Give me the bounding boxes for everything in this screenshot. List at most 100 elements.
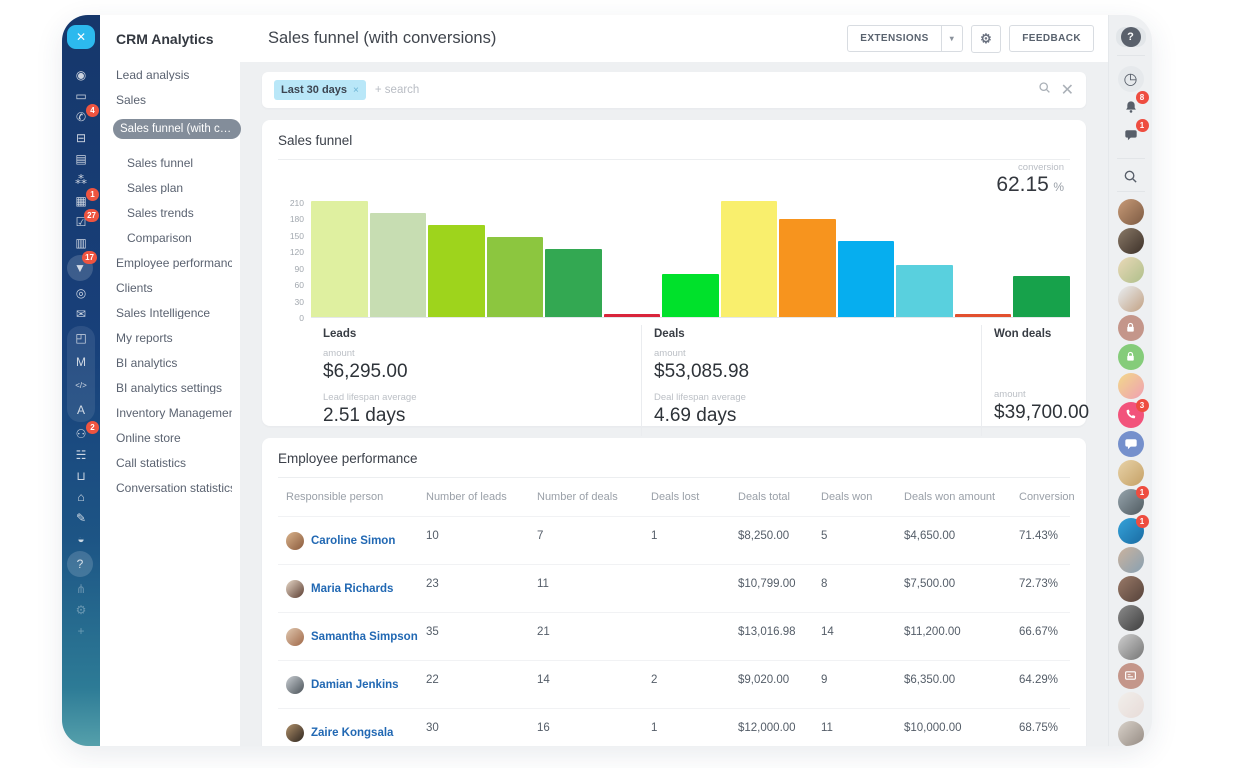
cell-deals: 16: [529, 709, 643, 746]
funnel-stage-bar[interactable]: [487, 237, 544, 317]
mail-icon[interactable]: ✉: [67, 305, 95, 323]
calendar-icon[interactable]: ▦1: [67, 192, 95, 210]
calls-phone-icon[interactable]: 3: [1118, 402, 1144, 428]
desktop-app-icon[interactable]: ▭: [67, 87, 95, 105]
sidebar-item-inventory-management[interactable]: Inventory Management: [116, 407, 232, 419]
funnel-stage-bar[interactable]: [721, 201, 778, 317]
developer-icon[interactable]: </>: [67, 374, 95, 398]
structure-icon[interactable]: ⋔: [67, 580, 95, 598]
search-icon[interactable]: [1038, 81, 1051, 99]
user-avatar[interactable]: [1118, 257, 1144, 283]
chat-messages-icon[interactable]: 1: [1118, 122, 1144, 148]
sidebar-item-employee-performance[interactable]: Employee performance: [116, 257, 232, 269]
store-icon[interactable]: ⌂: [67, 488, 95, 506]
sidebar-item-comparison[interactable]: Comparison: [116, 232, 232, 244]
sidebar-item-call-statistics[interactable]: Call statistics: [116, 457, 232, 469]
person-name-link[interactable]: Caroline Simon: [311, 535, 395, 547]
extensions-dropdown-button[interactable]: ▾: [942, 25, 963, 52]
helpdesk-button[interactable]: ?: [1116, 27, 1146, 47]
drive-icon[interactable]: ◰: [67, 326, 95, 350]
filter-bar[interactable]: Last 30 days × + search ✕: [262, 72, 1086, 108]
sidebar-item-sales-trends[interactable]: Sales trends: [116, 207, 232, 219]
search-icon[interactable]: [1118, 169, 1144, 184]
crm-funnel-icon[interactable]: ▼17: [67, 255, 93, 281]
user-avatar[interactable]: [1118, 634, 1144, 660]
sidebar-item-bi-analytics-settings[interactable]: BI analytics settings: [116, 382, 232, 394]
person-name-link[interactable]: Damian Jenkins: [311, 679, 399, 691]
funnel-stage-bar[interactable]: [779, 219, 836, 317]
tasks-icon[interactable]: ☑27: [67, 213, 95, 231]
funnel-stage-bar[interactable]: [311, 201, 368, 317]
sidebar-item-bi-analytics[interactable]: BI analytics: [116, 357, 232, 369]
funnel-stage-bar[interactable]: [428, 225, 485, 317]
user-avatar[interactable]: [1118, 605, 1144, 631]
funnel-stage-bar[interactable]: [896, 265, 953, 317]
private-chat-lock-icon[interactable]: [1118, 315, 1144, 341]
funnel-stage-bar[interactable]: [370, 213, 427, 317]
contact-card-icon[interactable]: [1118, 663, 1144, 689]
contacts-icon[interactable]: ▥: [67, 234, 95, 252]
leads-stats: Leads amount $6,295.00 Lead lifespan ave…: [278, 325, 641, 436]
rail-help-icon[interactable]: ?: [67, 551, 93, 577]
sidebar-item-sales-funnel[interactable]: Sales funnel: [116, 157, 232, 169]
sidebar-item-my-reports[interactable]: My reports: [116, 332, 232, 344]
automation-icon[interactable]: A: [67, 398, 95, 422]
sidebar-item-sales[interactable]: Sales: [116, 94, 232, 106]
marketing-target-icon[interactable]: ◎: [67, 284, 95, 302]
sidebar-item-clients[interactable]: Clients: [116, 282, 232, 294]
user-avatar[interactable]: 1: [1118, 489, 1144, 515]
user-avatar[interactable]: [1118, 547, 1144, 573]
funnel-stage-bar[interactable]: [604, 314, 661, 317]
e-sign-icon[interactable]: ✎: [67, 509, 95, 527]
user-avatar[interactable]: [1118, 460, 1144, 486]
chip-close-icon[interactable]: ×: [353, 85, 359, 96]
group-chat-avatar[interactable]: [1118, 373, 1144, 399]
user-avatar[interactable]: [1118, 576, 1144, 602]
workgroups-icon[interactable]: ⁂: [67, 171, 95, 189]
search-input[interactable]: + search: [375, 84, 1038, 96]
funnel-stage-bar[interactable]: [955, 314, 1012, 317]
funnel-stage-bar[interactable]: [1013, 276, 1070, 317]
filter-chip-last-30-days[interactable]: Last 30 days ×: [274, 80, 366, 100]
close-sidebar-button[interactable]: ✕: [67, 25, 95, 49]
sidebar-item-conversation-statistics[interactable]: Conversation statistics: [116, 482, 232, 494]
history-icon[interactable]: ◷: [1118, 66, 1144, 92]
channel-chat-icon[interactable]: [1118, 431, 1144, 457]
user-avatar[interactable]: [1118, 199, 1144, 225]
clear-filter-icon[interactable]: ✕: [1061, 80, 1074, 100]
sites-icon[interactable]: M: [67, 350, 95, 374]
private-chat-lock-icon[interactable]: [1118, 344, 1144, 370]
person-name-link[interactable]: Maria Richards: [311, 583, 393, 595]
shopping-cart-icon[interactable]: ⊔: [67, 467, 95, 485]
user-avatar[interactable]: [1118, 228, 1144, 254]
person-name-link[interactable]: Samantha Simpson: [311, 631, 418, 643]
sidebar-item-online-store[interactable]: Online store: [116, 432, 232, 444]
user-avatar[interactable]: [1118, 721, 1144, 747]
live-feed-icon[interactable]: ◉: [67, 66, 95, 84]
add-icon[interactable]: +: [67, 622, 95, 640]
messenger-icon[interactable]: ✆4: [67, 108, 95, 126]
disk-icon[interactable]: ⊟: [67, 129, 95, 147]
updates-icon[interactable]: ◒: [67, 530, 95, 548]
settings-button[interactable]: ⚙: [971, 25, 1001, 53]
leads-lifespan-label: Lead lifespan average: [323, 392, 641, 403]
funnel-stage-bar[interactable]: [838, 241, 895, 317]
rail-settings-icon[interactable]: ⚙: [67, 601, 95, 619]
user-avatar[interactable]: [1118, 286, 1144, 312]
funnel-stage-bar[interactable]: [545, 249, 602, 317]
cell-conversion: 64.29%: [1011, 661, 1070, 708]
settings-sliders-icon[interactable]: ☵: [67, 446, 95, 464]
sidebar-item-sales-plan[interactable]: Sales plan: [116, 182, 232, 194]
sticker-avatar[interactable]: [1118, 692, 1144, 718]
user-avatar[interactable]: 1: [1118, 518, 1144, 544]
feedback-button[interactable]: FEEDBACK: [1009, 25, 1094, 52]
person-name-link[interactable]: Zaire Kongsala: [311, 727, 393, 739]
documents-icon[interactable]: ▤: [67, 150, 95, 168]
sidebar-item-sales-funnel-with-con[interactable]: Sales funnel (with con...: [113, 119, 241, 139]
sidebar-item-lead-analysis[interactable]: Lead analysis: [116, 69, 232, 81]
sidebar-item-sales-intelligence[interactable]: Sales Intelligence: [116, 307, 232, 319]
copilot-robot-icon[interactable]: ⚇2: [67, 425, 95, 443]
funnel-stage-bar[interactable]: [662, 274, 719, 317]
notifications-bell-icon[interactable]: 8: [1118, 94, 1144, 120]
extensions-button[interactable]: EXTENSIONS: [847, 25, 941, 52]
